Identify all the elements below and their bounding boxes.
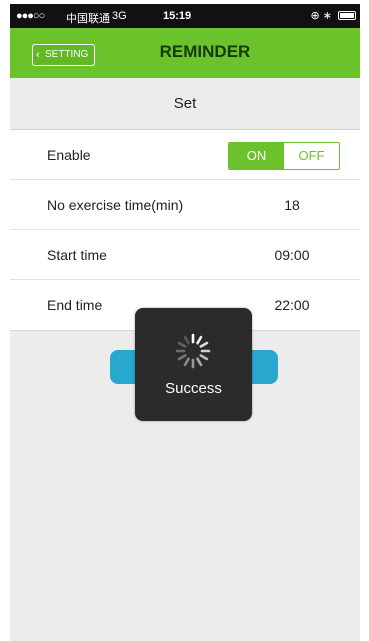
nav-bar: ‹ SETTING REMINDER: [10, 28, 360, 78]
start-time-value[interactable]: 09:00: [262, 247, 322, 263]
end-time-value[interactable]: 22:00: [262, 297, 322, 313]
no-exercise-time-label: No exercise time(min): [47, 197, 184, 213]
enable-toggle[interactable]: ON OFF: [228, 142, 340, 170]
settings-list: Enable ON OFF No exercise time(min) 18 S…: [10, 130, 360, 331]
enable-row: Enable ON OFF: [10, 130, 360, 180]
network-type: 3G: [112, 10, 127, 22]
end-time-label: End time: [47, 297, 103, 313]
lock-rotation-icon: ⊕: [310, 10, 320, 22]
section-header: Set: [10, 78, 360, 130]
battery-icon: [338, 11, 356, 20]
status-bar: ●●●○○ 中国联通 3G 15:19 ⊕ ∗: [10, 4, 360, 28]
toggle-on-option[interactable]: ON: [229, 143, 284, 169]
carrier-name: 中国联通: [66, 13, 110, 25]
hud-message: Success: [165, 380, 222, 397]
page-title: REMINDER: [159, 42, 251, 61]
start-time-row[interactable]: Start time 09:00: [10, 230, 360, 280]
no-exercise-time-row[interactable]: No exercise time(min) 18: [10, 180, 360, 230]
no-exercise-time-value[interactable]: 18: [262, 197, 322, 213]
status-icons: ⊕ ∗: [311, 9, 333, 22]
phone-screen: ●●●○○ 中国联通 3G 15:19 ⊕ ∗ ‹ SETTING REMIND…: [10, 4, 360, 641]
toggle-off-option[interactable]: OFF: [284, 143, 339, 169]
status-time: 15:19: [163, 10, 192, 22]
enable-label: Enable: [47, 147, 91, 163]
start-time-label: Start time: [47, 247, 107, 263]
loading-spinner-icon: [175, 333, 211, 369]
success-hud: Success: [135, 308, 252, 421]
bluetooth-icon: ∗: [322, 10, 332, 22]
signal-strength-icon: ●●●○○: [16, 10, 45, 22]
